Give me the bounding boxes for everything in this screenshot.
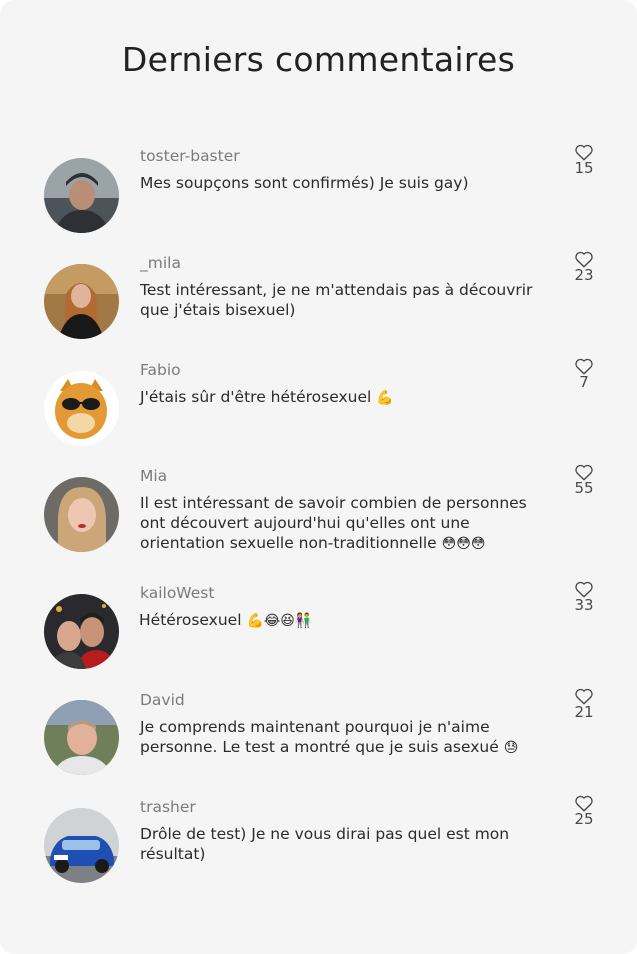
comment-item: kailoWest Hétérosexuel 💪😂😆👫 33 xyxy=(0,581,637,684)
comment-text: Il est intéressant de savoir combien de … xyxy=(140,494,527,552)
like-button[interactable]: 21 xyxy=(566,687,602,721)
comment-username[interactable]: Mia xyxy=(140,467,167,485)
like-button[interactable]: 7 xyxy=(566,357,602,391)
emoji: 😳😳😳 xyxy=(441,536,486,552)
comment-item: toster-baster Mes soupçons sont confirmé… xyxy=(0,144,637,247)
like-count: 15 xyxy=(574,159,594,177)
emoji: 😓 xyxy=(503,740,519,756)
avatar[interactable] xyxy=(44,158,119,233)
avatar[interactable] xyxy=(44,594,119,669)
like-count: 23 xyxy=(574,266,594,284)
like-count: 7 xyxy=(579,373,589,391)
like-button[interactable]: 15 xyxy=(566,143,602,177)
comment-username[interactable]: Fabio xyxy=(140,361,181,379)
like-button[interactable]: 25 xyxy=(566,794,602,828)
comment-text: Test intéressant, je ne m'attendais pas … xyxy=(140,281,533,319)
comment-username[interactable]: _mila xyxy=(140,254,181,272)
comment-item: David Je comprends maintenant pourquoi j… xyxy=(0,688,637,791)
comment-text: Je comprends maintenant pourquoi je n'ai… xyxy=(140,718,519,756)
emoji: 💪😂😆👫 xyxy=(246,613,313,629)
comment-username[interactable]: toster-baster xyxy=(140,147,240,165)
comment-username[interactable]: kailoWest xyxy=(140,584,214,602)
comment-text: Hétérosexuel 💪😂😆👫 xyxy=(139,611,313,629)
like-count: 21 xyxy=(574,703,594,721)
like-button[interactable]: 33 xyxy=(566,580,602,614)
emoji: 💪 xyxy=(376,390,394,406)
comment-text: Drôle de test) Je ne vous dirai pas quel… xyxy=(140,825,510,863)
comment-item: _mila Test intéressant, je ne m'attendai… xyxy=(0,251,637,354)
avatar[interactable] xyxy=(44,477,119,552)
comment-item: Fabio J'étais sûr d'être hétérosexuel 💪 … xyxy=(0,358,637,461)
like-button[interactable]: 55 xyxy=(566,463,602,497)
comment-username[interactable]: David xyxy=(140,691,185,709)
like-count: 33 xyxy=(574,596,594,614)
like-button[interactable]: 23 xyxy=(566,250,602,284)
comments-card: Derniers commentaires toster-baster Mes … xyxy=(0,0,637,954)
avatar[interactable] xyxy=(44,371,119,446)
avatar[interactable] xyxy=(44,264,119,339)
like-count: 25 xyxy=(574,810,594,828)
comment-item: trasher Drôle de test) Je ne vous dirai … xyxy=(0,795,637,898)
comment-item: Mia Il est intéressant de savoir combien… xyxy=(0,464,637,567)
page-title: Derniers commentaires xyxy=(121,40,516,79)
avatar[interactable] xyxy=(44,808,119,883)
comment-text: J'étais sûr d'être hétérosexuel 💪 xyxy=(140,388,394,406)
like-count: 55 xyxy=(574,479,594,497)
comment-text: Mes soupçons sont confirmés) Je suis gay… xyxy=(140,174,469,192)
comment-username[interactable]: trasher xyxy=(140,798,196,816)
avatar[interactable] xyxy=(44,700,119,775)
